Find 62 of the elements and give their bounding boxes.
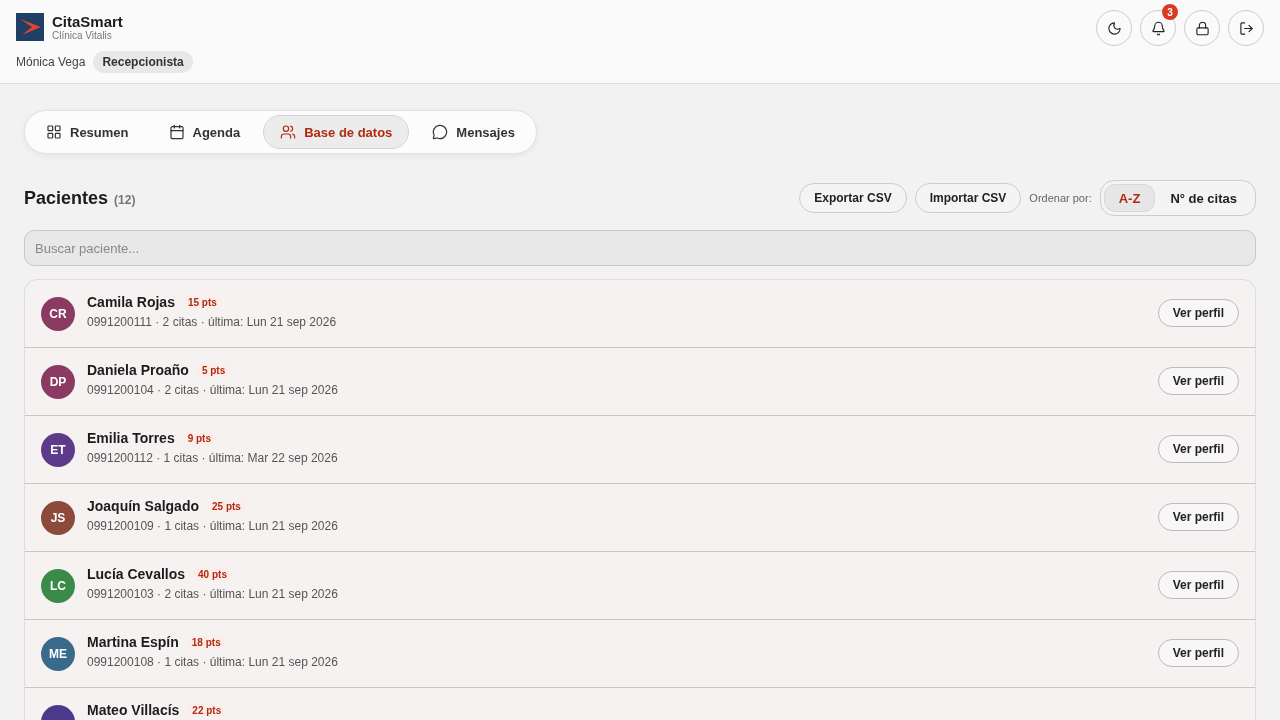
- nav-tab[interactable]: Resumen: [29, 115, 146, 149]
- patient-name: Lucía Cevallos: [87, 566, 186, 582]
- nav-tab[interactable]: Agenda: [151, 115, 258, 149]
- view-profile-button[interactable]: Ver perfil: [1157, 639, 1239, 667]
- patient-name: Joaquín Salgado: [87, 498, 199, 514]
- patient-details: 0991200111 · 2 citas · última: Lun 21 sep 2026: [87, 315, 338, 329]
- patient-name: Mateo Villacís: [87, 702, 180, 718]
- view-profile-button[interactable]: Ver perfil: [1157, 367, 1239, 395]
- sort-option[interactable]: N° de citas: [1155, 184, 1252, 212]
- points-badge: 5 pts: [196, 363, 231, 377]
- points-badge: 15 pts: [182, 295, 222, 309]
- patient-count: (12): [114, 192, 136, 207]
- avatar: CR: [41, 297, 75, 331]
- patient-details: 0991200104 · 2 citas · última: Lun 21 sep 2026: [87, 383, 339, 397]
- logout-icon: [1238, 20, 1254, 36]
- search-field[interactable]: Buscar paciente...: [24, 230, 1256, 266]
- view-profile-button[interactable]: Ver perfil: [1157, 299, 1239, 327]
- patient-details: 0991200108 · 1 citas · última: Lun 21 sep 2026: [87, 655, 339, 669]
- patient-name: Camila Rojas: [87, 294, 175, 310]
- sort-label: Ordenar por:: [1029, 192, 1092, 204]
- view-profile-button[interactable]: Ver perfil: [1157, 503, 1239, 531]
- brand-name: CitaSmart: [52, 13, 123, 30]
- notification-badge: 3: [1162, 4, 1178, 20]
- lock-button[interactable]: [1184, 10, 1220, 46]
- patient-name: Daniela Proaño: [87, 362, 189, 378]
- patient-details: 0991200112 · 1 citas · última: Mar 22 sep 2026: [87, 451, 339, 465]
- csv-button[interactable]: Importar CSV: [914, 183, 1022, 213]
- view-profile-button[interactable]: Ver perfil: [1157, 435, 1239, 463]
- nav-tab[interactable]: Base de datos: [263, 115, 410, 149]
- patient-name: Emilia Torres: [87, 430, 175, 446]
- user-name: Mónica Vega: [16, 55, 86, 69]
- points-badge: 40 pts: [193, 567, 232, 581]
- view-profile-button[interactable]: Ver perfil: [1157, 571, 1239, 599]
- logo-icon: [16, 13, 44, 41]
- role-badge: Recepcionista: [93, 51, 193, 73]
- points-badge: 22 pts: [187, 703, 227, 717]
- patient-details: 0991200109 · 1 citas · última: Lun 21 sep 2026: [87, 519, 339, 533]
- lock-icon: [1194, 20, 1210, 36]
- grid-icon: [46, 124, 62, 140]
- calendar-icon: [168, 124, 185, 140]
- clinic-name: Clínica Vitalis: [52, 30, 113, 41]
- patient-name: Martina Espín: [87, 634, 179, 650]
- points-badge: 9 pts: [182, 431, 216, 445]
- avatar: DP: [41, 365, 75, 399]
- chat-icon: [432, 124, 449, 140]
- points-badge: 18 pts: [186, 635, 226, 649]
- moon-button[interactable]: [1096, 10, 1132, 46]
- patient-details: 0991200103 · 2 citas · última: Lun 21 sep 2026: [87, 587, 339, 601]
- avatar: ME: [41, 637, 75, 671]
- notifications-button[interactable]: [1140, 10, 1176, 46]
- bell-icon: [1150, 20, 1166, 36]
- nav-tab[interactable]: Mensajes: [415, 115, 532, 149]
- logout-button[interactable]: [1228, 10, 1264, 46]
- sort-option[interactable]: A-Z: [1103, 184, 1156, 212]
- moon-icon: [1106, 20, 1122, 36]
- avatar: JS: [41, 501, 75, 535]
- points-badge: 25 pts: [207, 499, 246, 513]
- csv-button[interactable]: Exportar CSV: [799, 183, 907, 213]
- avatar: ET: [41, 433, 75, 467]
- section-title: Pacientes (12): [24, 187, 136, 209]
- avatar: LC: [41, 569, 75, 603]
- users-icon: [280, 124, 297, 140]
